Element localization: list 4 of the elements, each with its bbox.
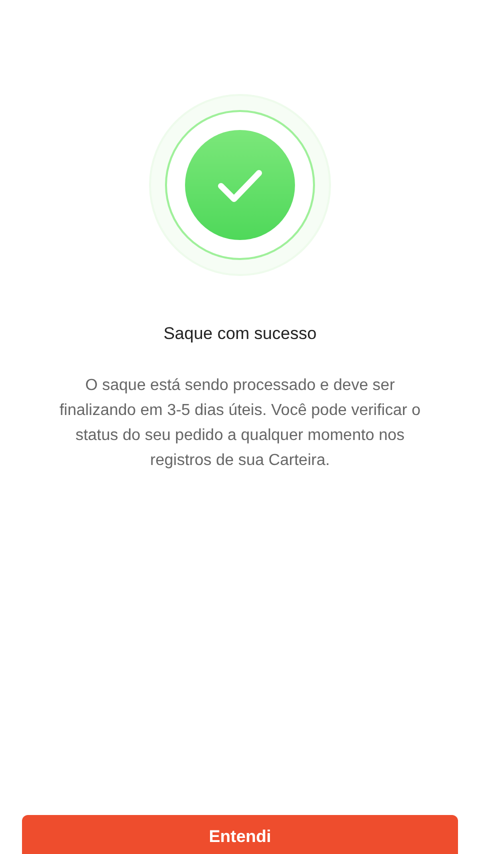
success-message: O saque está sendo processado e deve ser finalizando em 3-5 dias úteis. Você pode verificar o status do seu pedido a qualquer momento nos registros de sua Carteira.: [58, 376, 422, 470]
success-check-icon: [148, 93, 332, 277]
understood-button[interactable]: Entendi: [22, 815, 458, 854]
success-title: Saque com sucesso: [163, 323, 317, 345]
